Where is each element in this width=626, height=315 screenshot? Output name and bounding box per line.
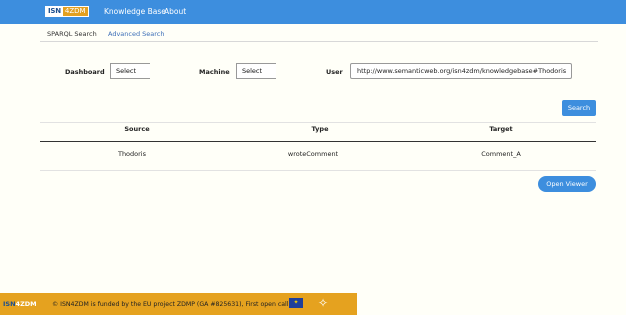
tab-advanced-search[interactable]: Advanced Search: [108, 29, 165, 39]
footer-logo: ISN4ZDM: [3, 300, 37, 309]
footer-bar: ISN4ZDM © ISN4ZDM is funded by the EU pr…: [0, 293, 357, 315]
zdmp-logo-icon: ✧: [318, 296, 329, 310]
tab-sparql-search[interactable]: SPARQL Search: [47, 29, 97, 39]
machine-select[interactable]: Select: [236, 63, 276, 79]
logo-text-part1: ISN: [46, 7, 63, 16]
table-cell-type: wroteComment: [287, 150, 339, 158]
table-bottom-divider: [40, 170, 596, 171]
table-header-divider: [40, 141, 596, 142]
user-input[interactable]: [350, 63, 572, 79]
top-navbar: ISN 4ZDM Knowledge Base About: [0, 0, 626, 24]
footer-logo-part1: ISN: [3, 300, 16, 308]
dashboard-select[interactable]: Select: [110, 63, 150, 79]
table-top-divider: [40, 122, 596, 123]
column-header-source: Source: [124, 125, 150, 133]
open-viewer-button[interactable]: Open Viewer: [538, 176, 596, 192]
search-button[interactable]: Search: [562, 100, 596, 116]
dashboard-label: Dashboard: [65, 68, 105, 76]
eu-flag-icon: ✦: [289, 298, 303, 308]
machine-label: Machine: [199, 68, 230, 76]
table-cell-target: Comment_A: [481, 150, 521, 158]
search-tabs: SPARQL Search Advanced Search: [40, 28, 598, 42]
column-header-target: Target: [489, 125, 513, 133]
footer-funding-text: © ISN4ZDM is funded by the EU project ZD…: [52, 301, 289, 308]
table-cell-source: Thodoris: [117, 150, 147, 158]
logo-text-part2: 4ZDM: [62, 7, 88, 16]
nav-link-about[interactable]: About: [164, 6, 186, 17]
user-label: User: [326, 68, 343, 76]
column-header-type: Type: [311, 125, 329, 133]
footer-logo-part2: 4ZDM: [15, 300, 37, 308]
nav-link-knowledge-base[interactable]: Knowledge Base: [104, 6, 166, 17]
app-logo[interactable]: ISN 4ZDM: [45, 6, 89, 17]
